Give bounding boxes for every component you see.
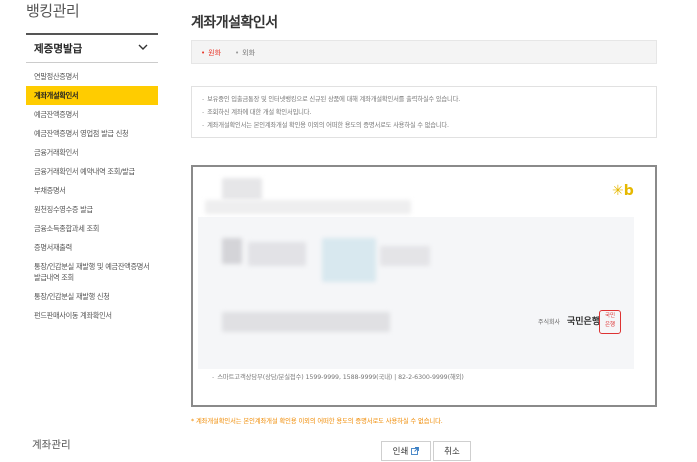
bullet-icon: - [202,122,205,129]
notice-item: - 조회하신 계좌에 대한 개설 확인서입니다. [202,106,656,119]
sidebar-item-passbook-reissue-history[interactable]: 통장/인감분실 재발행 및 예금잔액증명서 발급내역 조회 [26,257,158,287]
bullet-icon: - [202,109,205,116]
notice-text: 계좌개설확인서는 본인계좌개설 확인용 이외의 어떠한 용도의 증명서로도 사용… [207,122,449,129]
sidebar-title: 뱅킹관리 [26,2,80,20]
sidebar-item-transaction-reservation-lookup[interactable]: 금융거래확인서 예약내역 조회/발급 [26,162,158,181]
bank-name: 국민은행 [567,317,601,327]
sidebar-item-debt-certificate[interactable]: 부채증명서 [26,181,158,200]
usage-warning: * 계좌개설확인서는 본인계좌개설 확인용 이외의 어떠한 용도의 증명서로도 … [191,418,443,425]
bullet-icon: - [202,96,205,103]
notice-item: - 보유중인 입출금통장 및 인터넷뱅킹으로 신규된 상품에 대해 계좌개설확인서… [202,93,656,106]
sidebar-item-deposit-balance-certificate[interactable]: 예금잔액증명서 [26,105,158,124]
bullet-icon: • [235,49,240,57]
notice-text: 보유중인 입출금통장 및 인터넷뱅킹으로 신규된 상품에 대해 계좌개설확인서를… [207,96,461,103]
sidebar-item-certificate-reprint[interactable]: 증명서재출력 [26,238,158,257]
notice-text: 조회하신 계좌에 대한 개설 확인서입니다. [207,109,312,116]
sidebar: 뱅킹관리 제증명발급 연말정산증명서 계좌개설확인서 예금잔액증명서 예금잔액증… [0,0,158,462]
notice-item: - 계좌개설확인서는 본인계좌개설 확인용 이외의 어떠한 용도의 증명서로도 사… [202,119,656,132]
external-link-icon [411,447,420,455]
redacted-subheader [205,200,411,214]
tab-krw[interactable]: • 원화 [201,48,221,58]
sidebar-item-withholding-receipt[interactable]: 원천징수영수증 발급 [26,200,158,219]
kb-star-logo-icon: ✳︎b [612,183,634,199]
redacted-header [222,178,262,200]
sidebar-item-financial-income-tax-lookup[interactable]: 금융소득종합과세 조회 [26,219,158,238]
seal-text: 은행 [604,322,616,328]
sidebar-item-financial-transaction-certificate[interactable]: 금융거래확인서 [26,143,158,162]
bullet-icon: • [201,49,206,57]
sidebar-section-label: 제증명발급 [34,43,83,55]
redacted-issue-info [222,312,390,332]
sidebar-section-header[interactable]: 제증명발급 [26,33,158,63]
sidebar-menu: 연말정산증명서 계좌개설확인서 예금잔액증명서 예금잔액증명서 영업점 발급 신… [26,67,158,325]
chevron-down-icon [138,44,148,50]
tab-foreign-currency[interactable]: • 외화 [235,48,255,58]
sidebar-item-passbook-reissue-request[interactable]: 통장/인감분실 재발행 신청 [26,287,158,306]
notice-box: - 보유중인 입출금통장 및 인터넷뱅킹으로 신규된 상품에 대해 계좌개설확인서… [191,86,657,138]
print-button-label: 인쇄 [392,447,409,457]
redacted-account-holder [222,238,242,264]
print-button[interactable]: 인쇄 [381,441,431,461]
sidebar-item-branch-balance-request[interactable]: 예금잔액증명서 영업점 발급 신청 [26,124,158,143]
certificate-card [198,217,634,369]
bank-seal-stamp: 국민 은행 [599,310,621,334]
sidebar-item-account-management[interactable]: 계좌관리 [32,437,71,452]
sidebar-item-fund-transfer-certificate[interactable]: 펀드판매사이동 계좌확인서 [26,306,158,325]
bank-corporate-label: 주식회사 [538,319,561,326]
seal-text: 국민 [604,313,616,319]
redacted-account-info [248,242,306,266]
contact-text: 스마트고객상담부(상담/분실접수) 1599-9999, 1588-9999(국… [217,374,464,381]
contact-info: - 스마트고객상담부(상담/분실접수) 1599-9999, 1588-9999(… [212,372,464,381]
page-title: 계좌개설확인서 [191,15,278,31]
sidebar-item-year-end-tax-certificate[interactable]: 연말정산증명서 [26,67,158,86]
redacted-account-number [322,238,376,282]
tab-krw-label: 원화 [208,49,222,57]
cancel-button[interactable]: 취소 [433,441,471,461]
currency-tab-bar: • 원화 • 외화 [191,40,657,64]
bullet-icon: - [212,374,215,381]
redacted-account-detail [380,246,430,266]
sidebar-item-account-opening-certificate[interactable]: 계좌개설확인서 [26,86,158,105]
tab-foreign-currency-label: 외화 [242,49,256,57]
cancel-button-label: 취소 [444,447,460,457]
